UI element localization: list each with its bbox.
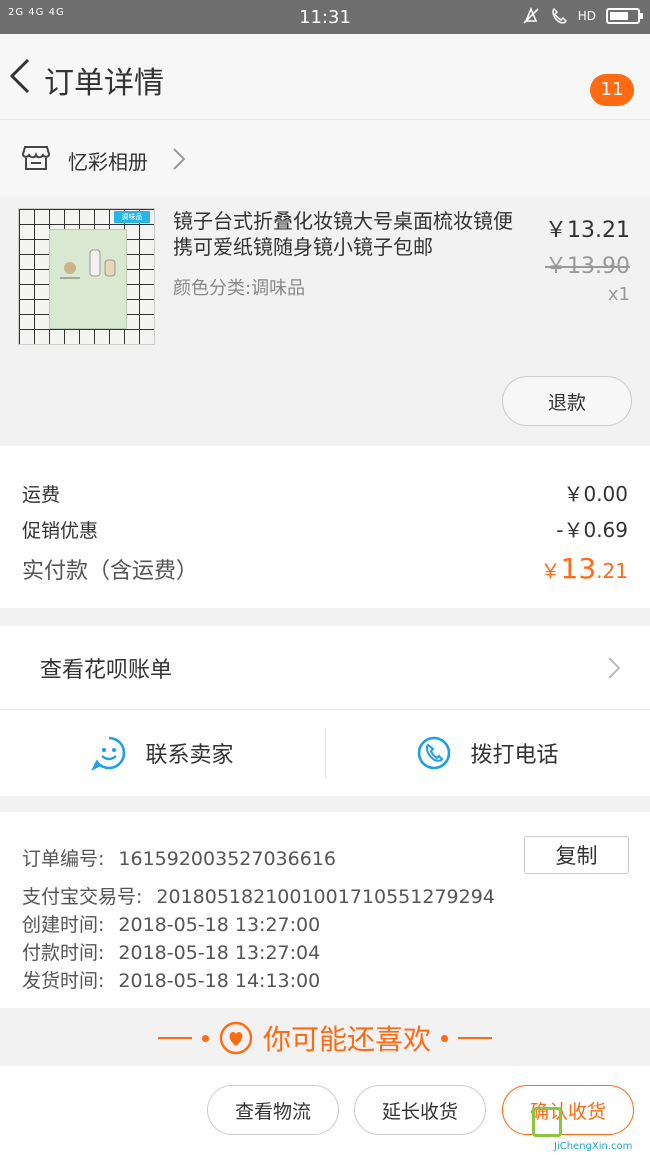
- huabei-label: 查看花呗账单: [40, 658, 173, 683]
- total-currency: ￥: [540, 559, 561, 583]
- thumbnail-card: [49, 229, 127, 329]
- call-phone-label: 拨打电话: [470, 743, 559, 768]
- shop-name: 忆彩相册: [68, 150, 148, 174]
- bottles-illustration: [60, 249, 116, 279]
- store-icon: [22, 146, 50, 170]
- total-int: 13: [560, 552, 597, 585]
- page-title: 订单详情: [44, 66, 164, 101]
- chevron-right-icon: [173, 148, 186, 170]
- total-row: 实付款（含运费） ￥13.21: [22, 552, 628, 585]
- mute-icon: [523, 7, 539, 24]
- status-right-icons: HD: [522, 7, 643, 25]
- alipay-label: 支付宝交易号:: [22, 886, 143, 908]
- shipped-label: 发货时间:: [22, 970, 105, 992]
- extend-receipt-button[interactable]: 延长收货: [354, 1085, 486, 1135]
- order-number: 161592003527036616: [118, 848, 336, 870]
- discount-value: -￥0.69: [556, 518, 628, 542]
- recommend-line-right: [458, 1037, 492, 1039]
- recommend-header: 你可能还喜欢: [0, 1010, 650, 1066]
- product-thumbnail[interactable]: 调味品: [18, 208, 155, 345]
- chat-smile-icon: [91, 736, 126, 771]
- total-dec: .21: [596, 559, 628, 583]
- created-time: 2018-05-18 13:27:00: [118, 914, 321, 936]
- order-info: 订单编号: 161592003527036616 复制 支付宝交易号: 201805…: [0, 812, 650, 1008]
- chevron-right-icon: [608, 657, 621, 679]
- product-title[interactable]: 镜子台式折叠化妆镜大号桌面梳妆镜便携可爱纸镜随身镜小镜子包邮: [173, 208, 528, 260]
- discount-label: 促销优惠: [22, 520, 99, 542]
- paid-label: 付款时间:: [22, 942, 105, 964]
- recommend-dot-left: [201, 1034, 209, 1042]
- product-original-price: ￥13.90: [545, 254, 630, 279]
- back-arrow-icon[interactable]: [6, 56, 34, 96]
- fee-summary: 运费 ￥0.00 促销优惠 -￥0.69 实付款（含运费） ￥13.21: [0, 446, 650, 608]
- thumbnail-tag: 调味品: [114, 211, 150, 223]
- total-label: 实付款（含运费）: [22, 559, 199, 584]
- shipping-row: 运费 ￥0.00: [22, 478, 628, 507]
- heart-icon: [219, 1021, 253, 1055]
- shipping-label: 运费: [22, 484, 61, 506]
- view-logistics-button[interactable]: 查看物流: [207, 1085, 339, 1135]
- order-number-line: 订单编号: 161592003527036616: [22, 844, 336, 871]
- hd-call-icon: [552, 7, 567, 24]
- contact-bar: 联系卖家 拨打电话: [0, 710, 650, 796]
- phone-icon: [418, 736, 451, 770]
- shipped-line: 发货时间: 2018-05-18 14:13:00: [22, 966, 320, 993]
- huabei-bill-row[interactable]: 查看花呗账单: [0, 626, 650, 710]
- app-header: 订单详情 11: [0, 34, 650, 120]
- alipay-number: 2018051821001001710551279294: [156, 886, 495, 908]
- watermark-text: JiChengXin.com: [554, 1141, 633, 1152]
- order-number-label: 订单编号:: [22, 848, 105, 870]
- product-quantity: x1: [607, 284, 630, 305]
- shipped-time: 2018-05-18 14:13:00: [118, 970, 321, 992]
- watermark-logo: [532, 1107, 562, 1137]
- paid-time: 2018-05-18 13:27:04: [118, 942, 321, 964]
- total-value: ￥13.21: [541, 552, 628, 585]
- copy-button[interactable]: 复制: [524, 836, 629, 874]
- call-phone-button[interactable]: 拨打电话: [325, 710, 650, 796]
- battery-icon: [606, 8, 643, 24]
- created-label: 创建时间:: [22, 914, 105, 936]
- shop-row[interactable]: 忆彩相册: [0, 120, 650, 196]
- contact-seller-button[interactable]: 联系卖家: [0, 710, 325, 796]
- shipping-value: ￥0.00: [563, 482, 628, 506]
- recommend-line-left: [157, 1037, 192, 1039]
- created-line: 创建时间: 2018-05-18 13:27:00: [22, 910, 320, 937]
- recommend-text: 你可能还喜欢: [262, 1023, 431, 1056]
- discount-row: 促销优惠 -￥0.69: [22, 514, 628, 543]
- product-sku: 颜色分类:调味品: [173, 278, 306, 299]
- recommend-dot-right: [441, 1034, 448, 1042]
- notification-badge[interactable]: 11: [590, 74, 634, 106]
- product-price: ￥13.21: [545, 218, 630, 243]
- alipay-line: 支付宝交易号: 2018051821001001710551279294: [22, 882, 495, 909]
- watermark: JiChengXin.com: [532, 1107, 650, 1155]
- product-card[interactable]: 调味品 镜子台式折叠化妆镜大号桌面梳妆镜便携可爱纸镜随身镜小镜子包邮 颜色分类:…: [0, 196, 650, 446]
- contact-seller-label: 联系卖家: [145, 743, 234, 768]
- status-bar: 2G 4G 4G 11:31 HD: [0, 0, 650, 34]
- paid-line: 付款时间: 2018-05-18 13:27:04: [22, 938, 320, 965]
- refund-button[interactable]: 退款: [502, 376, 632, 426]
- hd-label: HD: [577, 9, 596, 23]
